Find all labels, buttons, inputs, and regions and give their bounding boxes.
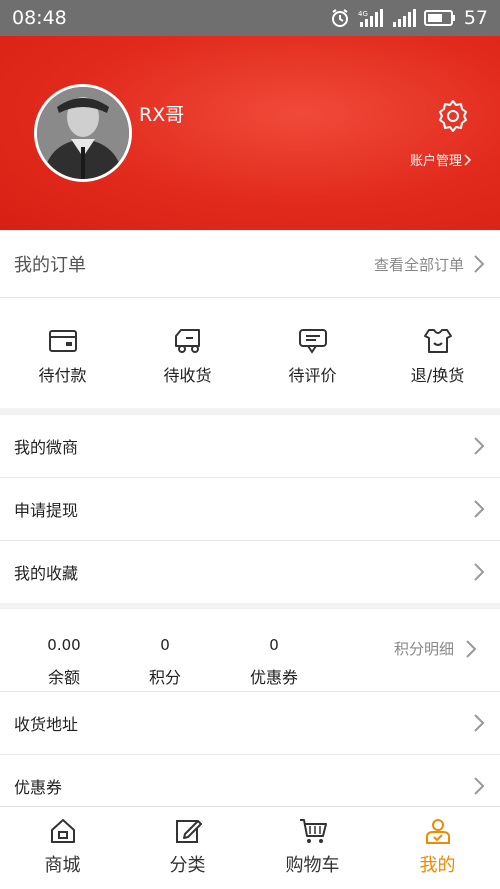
tab-label: 我的 xyxy=(419,855,456,876)
tab-label: 购物车 xyxy=(285,855,340,876)
status-label: 待评价 xyxy=(288,366,337,385)
chevron-right-icon xyxy=(474,777,485,795)
menu-label: 申请提现 xyxy=(14,501,79,520)
chevron-right-icon xyxy=(474,714,485,732)
settings-gear-icon[interactable] xyxy=(435,98,471,134)
status-icons: 4G 57 xyxy=(330,7,488,29)
my-orders-row[interactable]: 我的订单 查看全部订单 xyxy=(0,231,500,297)
menu-item-favorites[interactable]: 我的收藏 xyxy=(0,541,500,603)
tab-category[interactable]: 分类 xyxy=(125,807,250,889)
status-pending-receipt[interactable]: 待收货 xyxy=(125,328,250,386)
cart-icon xyxy=(299,819,327,843)
username: RX哥 xyxy=(139,104,185,126)
comment-icon xyxy=(298,329,327,354)
profile-header: RX哥 账户管理 xyxy=(0,36,500,230)
points-detail-label: 积分明细 xyxy=(394,640,455,658)
status-label: 待付款 xyxy=(38,366,87,385)
user-icon xyxy=(425,819,450,844)
order-status-bar: 待付款 待收货 待评价 退/换货 xyxy=(0,298,500,408)
view-all-orders-label: 查看全部订单 xyxy=(373,255,464,274)
stat-points[interactable]: 0 积分 xyxy=(115,636,215,688)
avatar[interactable] xyxy=(34,84,132,182)
tab-label: 分类 xyxy=(169,855,206,876)
menu-label: 优惠券 xyxy=(14,778,63,797)
menu-item-address[interactable]: 收货地址 xyxy=(0,692,500,754)
alarm-icon xyxy=(330,8,350,28)
home-icon xyxy=(50,819,75,843)
chevron-right-icon xyxy=(474,255,485,273)
menu-label: 我的微商 xyxy=(14,438,79,457)
menu-label: 收货地址 xyxy=(14,715,79,734)
edit-icon xyxy=(175,820,202,843)
tab-cart[interactable]: 购物车 xyxy=(250,807,375,889)
status-label: 待收货 xyxy=(163,366,212,385)
status-time: 08:48 xyxy=(12,7,67,29)
tab-label: 商城 xyxy=(44,855,81,876)
points-value: 0 xyxy=(160,636,170,654)
signal-4g-icon: 4G xyxy=(358,8,384,28)
points-label: 积分 xyxy=(148,668,181,687)
account-manage-link[interactable]: 账户管理 xyxy=(410,150,472,169)
chevron-right-icon xyxy=(466,639,477,658)
signal-icon xyxy=(392,8,416,28)
menu-item-withdraw[interactable]: 申请提现 xyxy=(0,478,500,540)
status-pending-payment[interactable]: 待付款 xyxy=(0,328,125,386)
menu-label: 我的收藏 xyxy=(14,564,79,583)
view-all-orders-link[interactable]: 查看全部订单 xyxy=(374,254,486,275)
status-label: 退/换货 xyxy=(410,366,465,385)
return-icon xyxy=(423,329,452,353)
coupons-label: 优惠券 xyxy=(249,668,298,687)
account-manage-label: 账户管理 xyxy=(410,154,463,169)
chevron-right-icon xyxy=(464,153,472,166)
status-bar: 08:48 4G 57 xyxy=(0,0,500,36)
battery-icon xyxy=(423,9,456,27)
coupons-value: 0 xyxy=(269,636,279,654)
stat-coupons[interactable]: 0 优惠券 xyxy=(224,636,324,688)
network-type-label: 4G xyxy=(358,10,368,18)
tab-mine[interactable]: 我的 xyxy=(375,807,500,889)
bottom-tab-bar: 商城 分类 购物车 我的 xyxy=(0,806,500,889)
balance-label: 余额 xyxy=(47,668,80,687)
stat-balance[interactable]: 0.00 余额 xyxy=(14,636,114,688)
wallet-icon xyxy=(48,330,77,352)
my-orders-title: 我的订单 xyxy=(14,255,86,276)
status-pending-review[interactable]: 待评价 xyxy=(250,328,375,386)
tab-mall[interactable]: 商城 xyxy=(0,807,125,889)
battery-percent: 57 xyxy=(463,7,488,29)
balance-value: 0.00 xyxy=(47,636,81,654)
points-detail-link[interactable]: 积分明细 xyxy=(394,638,478,659)
chevron-right-icon xyxy=(474,563,485,581)
menu-item-my-weishang[interactable]: 我的微商 xyxy=(0,415,500,477)
status-return-exchange[interactable]: 退/换货 xyxy=(375,328,500,386)
chevron-right-icon xyxy=(474,437,485,455)
chevron-right-icon xyxy=(474,500,485,518)
truck-icon xyxy=(174,329,200,353)
